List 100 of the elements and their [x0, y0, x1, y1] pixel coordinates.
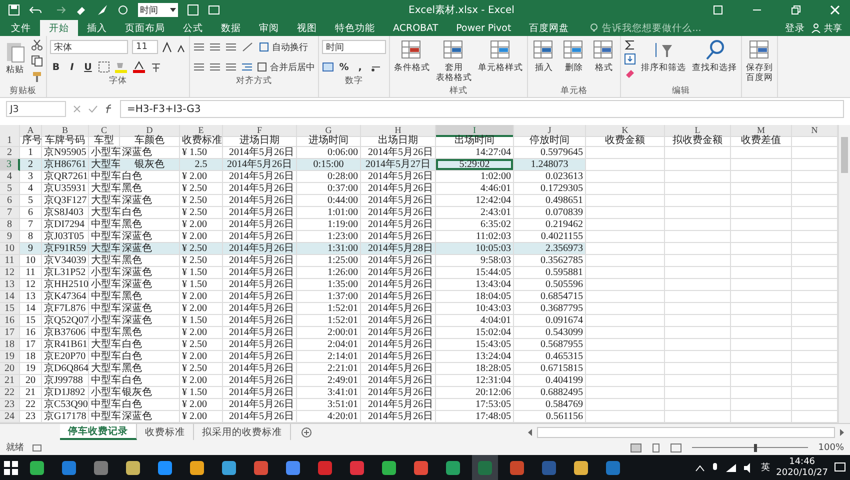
app-icon[interactable] [29, 460, 45, 476]
lightbulb-icon[interactable] [590, 22, 598, 34]
eraser-icon[interactable] [75, 4, 87, 16]
autosum-icon[interactable] [624, 39, 636, 51]
chevron-up-icon[interactable] [695, 464, 706, 472]
row-header[interactable]: 23 [0, 399, 20, 411]
row-header[interactable]: 13 [0, 279, 20, 291]
ribbon-tab[interactable]: 文件 [2, 20, 40, 36]
row-header[interactable]: 12 [0, 267, 20, 279]
ribbon-tab[interactable]: 公式 [174, 20, 212, 36]
align-bottom-icon[interactable] [225, 41, 237, 53]
merge-center-button[interactable]: 合并后居中 [257, 60, 315, 74]
ribbon-tab[interactable]: 审阅 [250, 20, 288, 36]
ribbon-tab[interactable]: Power Pivot [447, 20, 520, 36]
app-icon[interactable] [189, 460, 205, 476]
phonetic-icon[interactable] [150, 61, 162, 73]
orientation-icon[interactable] [241, 41, 255, 53]
table-icon[interactable] [187, 4, 199, 16]
network-icon[interactable] [725, 462, 738, 472]
add-sheet-icon[interactable] [301, 426, 312, 438]
ribbon-tab[interactable]: 页面布局 [116, 20, 174, 36]
paste-button[interactable]: 粘贴 [3, 39, 27, 85]
row-header[interactable]: 17 [0, 327, 20, 339]
row-header[interactable]: 15 [0, 303, 20, 315]
column-header[interactable]: N [792, 125, 838, 137]
ribbon-button[interactable]: 删除 [561, 39, 587, 85]
vertical-scrollbar[interactable] [838, 125, 850, 423]
app-icon[interactable] [605, 460, 621, 476]
increase-font-icon[interactable] [162, 41, 172, 53]
app-icon[interactable] [413, 460, 429, 476]
row-header[interactable]: 3 [0, 159, 20, 171]
zoom-slider[interactable] [690, 442, 810, 452]
fill-down-icon[interactable] [624, 53, 636, 65]
save-icon[interactable] [8, 4, 20, 16]
fill-color-icon[interactable] [114, 61, 128, 73]
ribbon-tab[interactable]: 数据 [212, 20, 250, 36]
app-icon[interactable] [381, 460, 397, 476]
ribbon-tab[interactable]: ACROBAT [384, 20, 448, 36]
page-layout-icon[interactable] [650, 442, 662, 452]
zoom-level[interactable]: 100% [818, 442, 844, 452]
ribbon-button[interactable]: 单元格样式 [477, 39, 524, 85]
app-icon[interactable] [253, 460, 269, 476]
row-header[interactable]: 5 [0, 183, 20, 195]
row-header[interactable]: 22 [0, 387, 20, 399]
row-header[interactable]: 7 [0, 207, 20, 219]
ribbon-button[interactable]: 套用 表格格式 [435, 39, 473, 85]
horizontal-scrollbar[interactable] [537, 426, 835, 438]
app-icon[interactable] [349, 460, 365, 476]
function-icon[interactable] [104, 104, 114, 114]
grid-icon[interactable] [748, 39, 772, 61]
cut-icon[interactable] [31, 39, 43, 51]
number-style-button[interactable]: % [338, 62, 350, 72]
page-break-icon[interactable] [670, 442, 682, 452]
app-icon[interactable] [93, 460, 109, 476]
app-icon[interactable] [157, 460, 173, 476]
frame-icon[interactable] [208, 4, 220, 16]
style-button[interactable]: U [82, 62, 94, 72]
normal-view-icon[interactable] [630, 442, 642, 452]
style-button[interactable]: I [66, 62, 78, 72]
formula-field[interactable]: =H3-F3+I3-G3 [120, 100, 844, 118]
row-header[interactable]: 6 [0, 195, 20, 207]
row-header[interactable]: 8 [0, 219, 20, 231]
row-header[interactable]: 20 [0, 363, 20, 375]
currency-icon[interactable] [322, 61, 334, 73]
ribbon-tab[interactable]: 特色功能 [326, 20, 384, 36]
eraser-icon[interactable] [624, 67, 636, 79]
ribbon-tab[interactable]: 视图 [288, 20, 326, 36]
grid-icon[interactable] [488, 39, 512, 61]
taskbar-clock[interactable]: 14:46 2020/10/27 [776, 456, 828, 478]
row-header[interactable]: 10 [0, 243, 20, 255]
row-header[interactable]: 16 [0, 315, 20, 327]
wrap-text-button[interactable]: 自动换行 [259, 40, 308, 54]
find-select-button[interactable]: 查找和选择 [691, 39, 738, 85]
ribbon-button[interactable]: 插入 [531, 39, 557, 85]
row-header[interactable]: 9 [0, 231, 20, 243]
row-header[interactable]: 14 [0, 291, 20, 303]
ribbon-tab[interactable]: 开始 [40, 20, 78, 36]
scroll-right-icon[interactable] [838, 428, 846, 436]
app-icon[interactable] [573, 460, 589, 476]
align-top-icon[interactable] [193, 41, 205, 53]
ribbon-button[interactable]: 条件格式 [393, 39, 431, 85]
align-center-icon[interactable] [209, 61, 221, 73]
align-right-icon[interactable] [225, 61, 237, 73]
app-icon[interactable] [61, 460, 77, 476]
sort-filter-button[interactable]: 排序和筛选 [640, 39, 687, 85]
sheet-tab[interactable]: 停车收费记录 [60, 424, 137, 440]
row-header[interactable]: 11 [0, 255, 20, 267]
zoom-slider-thumb[interactable] [754, 444, 758, 452]
ribbon-button[interactable]: 保存到 百度网 [745, 39, 774, 85]
row-header[interactable]: 18 [0, 339, 20, 351]
app-icon[interactable] [285, 460, 301, 476]
ribbon-button[interactable]: 格式 [591, 39, 617, 85]
indent-icon[interactable] [241, 61, 253, 73]
format-painter-icon[interactable] [31, 71, 43, 83]
scroll-left-icon[interactable] [526, 428, 534, 436]
number-format-field[interactable]: 时间 [322, 40, 386, 54]
app-icon[interactable] [221, 460, 237, 476]
app-icon[interactable] [125, 460, 141, 476]
sign-in-link[interactable]: 登录 [785, 22, 805, 34]
touch-icon[interactable] [117, 4, 129, 16]
